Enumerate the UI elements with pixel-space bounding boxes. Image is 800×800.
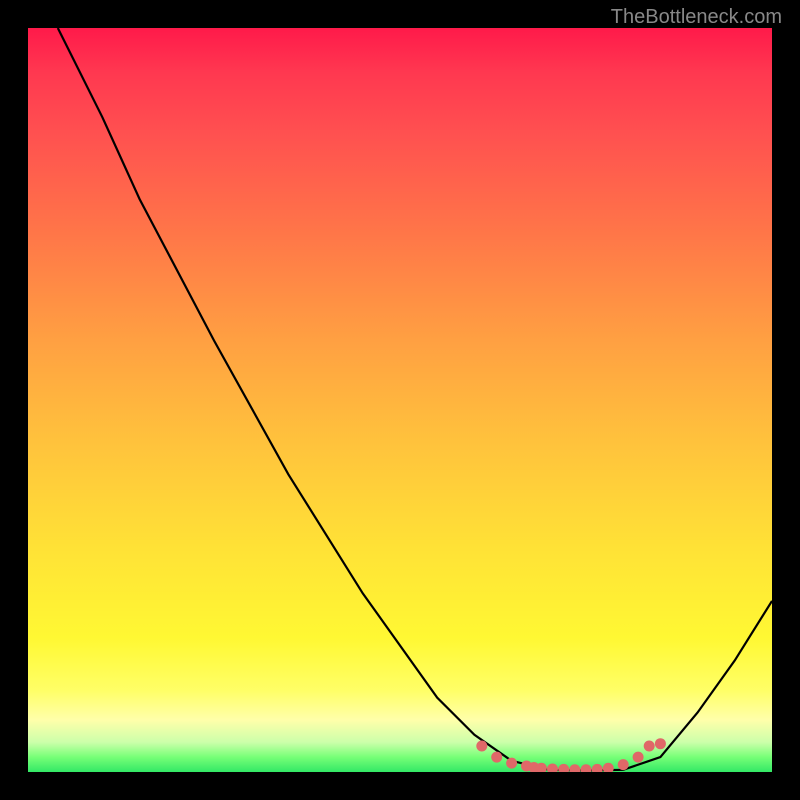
watermark-text: TheBottleneck.com — [611, 6, 782, 29]
chart-svg — [28, 28, 772, 772]
data-marker — [633, 752, 644, 763]
data-marker — [581, 764, 592, 772]
data-marker — [547, 764, 558, 773]
data-marker — [491, 752, 502, 763]
data-marker — [603, 763, 614, 772]
data-marker — [644, 741, 655, 752]
data-marker — [506, 758, 517, 769]
data-marker — [592, 764, 603, 772]
chart-container — [28, 28, 772, 772]
data-marker — [558, 764, 569, 772]
data-marker — [655, 738, 666, 749]
bottleneck-curve-path — [58, 28, 772, 771]
data-marker — [569, 764, 580, 772]
data-marker — [618, 759, 629, 770]
data-marker — [476, 741, 487, 752]
